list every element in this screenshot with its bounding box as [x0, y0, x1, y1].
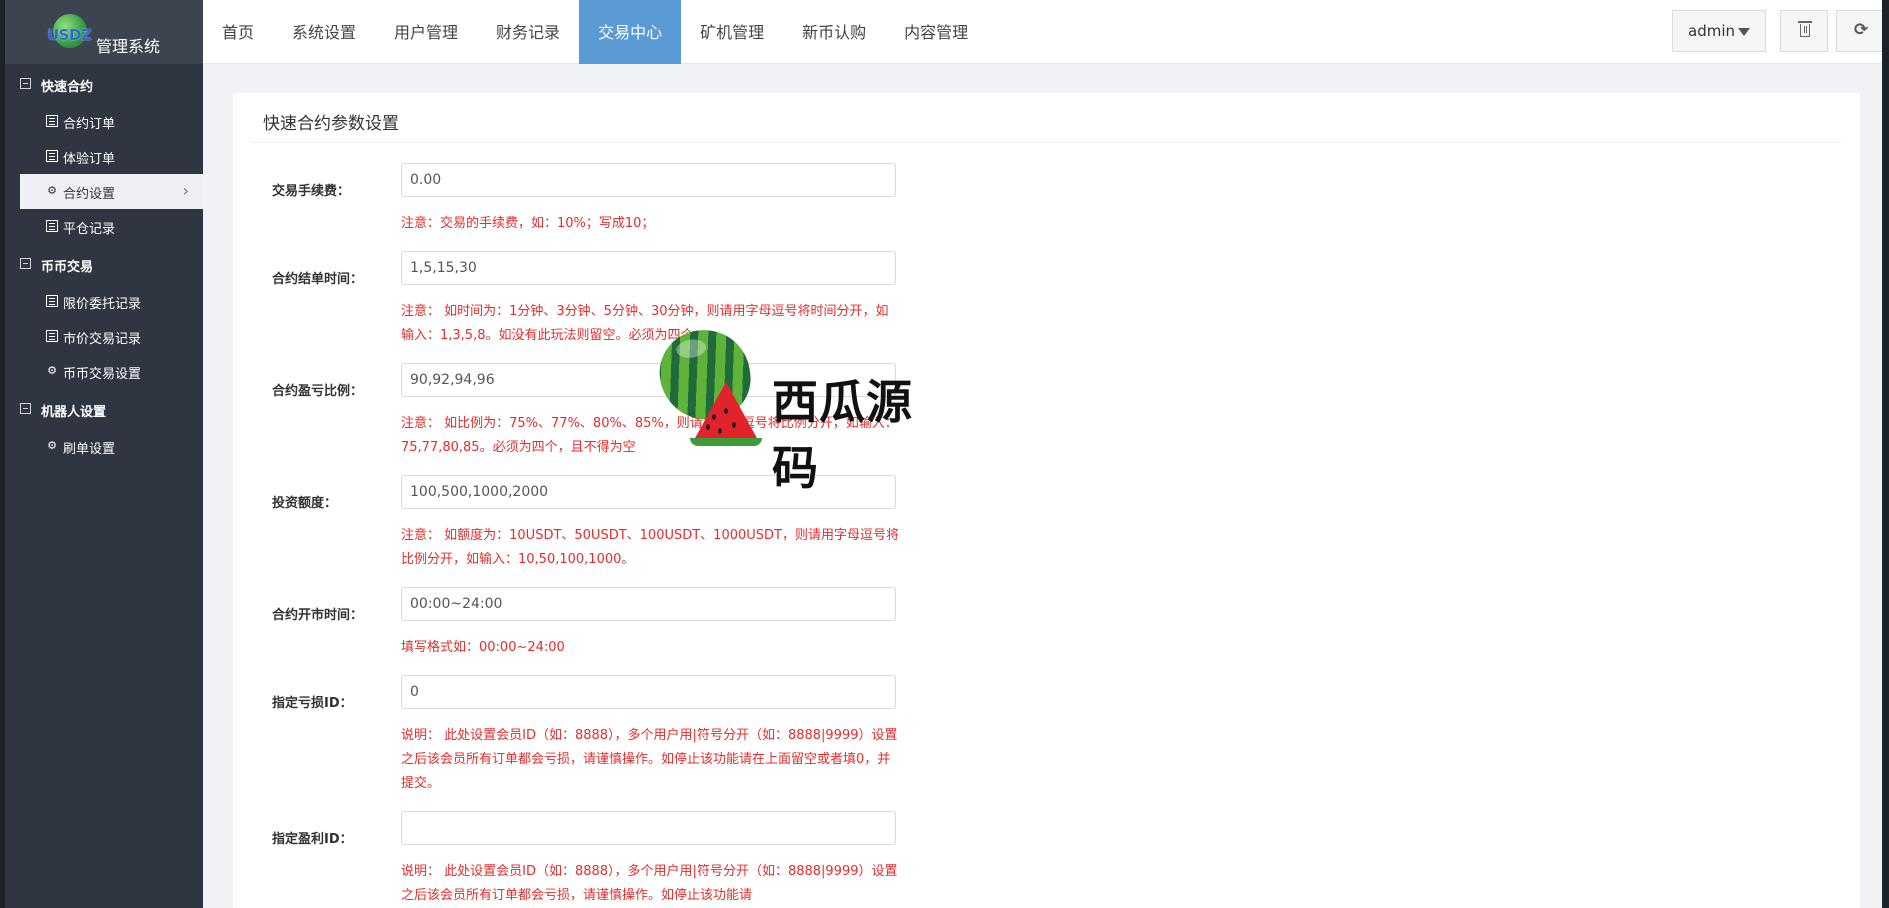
profit-id-note: 说明： 此处设置会员ID（如：8888），多个用户用|符号分开（如：8888|9… [401, 864, 898, 903]
profit-ratio-label: 合约盈亏比例： [272, 384, 364, 399]
tab-home[interactable]: 首页 [203, 0, 273, 64]
settle-time-input[interactable]: 1,5,15,30 [401, 251, 896, 285]
sidebar-group-coin-trading[interactable]: 币币交易 [5, 244, 203, 284]
settle-time-label: 合约结单时间： [272, 272, 364, 287]
open-time-label: 合约开市时间： [272, 608, 364, 623]
open-time-note: 填写格式如：00:00~24:00 [401, 640, 565, 655]
profit-id-input[interactable] [401, 811, 896, 845]
top-bar: 首页 系统设置 用户管理 财务记录 交易中心 矿机管理 新币认购 内容管理 ad… [203, 0, 1884, 64]
right-edge [1882, 0, 1889, 908]
sidebar-group-robot[interactable]: 机器人设置 [5, 389, 203, 429]
watermark-text: 西瓜源码 [772, 375, 913, 495]
chevron-right-icon: › [182, 181, 189, 200]
list-icon [46, 295, 58, 307]
admin-label: admin [1688, 22, 1735, 40]
sidebar-group-quick-contract[interactable]: 快速合约 [5, 64, 203, 104]
tab-finance-records[interactable]: 财务记录 [477, 0, 579, 64]
loss-id-label: 指定亏损ID： [272, 696, 353, 711]
sidebar-item-coin-settings[interactable]: ⚙ 币币交易设置 [5, 354, 203, 389]
tab-trading-center[interactable]: 交易中心 [579, 0, 682, 64]
loss-id-input[interactable]: 0 [401, 675, 896, 709]
tab-miner-management[interactable]: 矿机管理 [681, 0, 783, 64]
sidebar-item-contract-orders[interactable]: 合约订单 [5, 104, 203, 139]
investment-label: 投资额度： [272, 496, 338, 511]
sidebar-item-contract-settings[interactable]: ⚙ 合约设置 › [20, 174, 203, 209]
watermelon-slice-icon [694, 382, 758, 440]
tab-content-management[interactable]: 内容管理 [885, 0, 987, 64]
title-divider [251, 142, 1841, 143]
logout-button[interactable]: ⟳ [1836, 10, 1884, 52]
open-time-input[interactable]: 00:00~24:00 [401, 587, 896, 621]
tab-new-coin-subscription[interactable]: 新币认购 [783, 0, 885, 64]
collapse-icon [20, 403, 31, 414]
tab-system-settings[interactable]: 系统设置 [273, 0, 375, 64]
list-icon [46, 220, 58, 232]
collapse-icon [20, 78, 31, 89]
loss-id-note: 说明： 此处设置会员ID（如：8888），多个用户用|符号分开（如：8888|9… [401, 728, 898, 791]
fee-label: 交易手续费： [272, 184, 351, 199]
top-menu: 首页 系统设置 用户管理 财务记录 交易中心 矿机管理 新币认购 内容管理 [203, 0, 987, 64]
trash-icon [1798, 21, 1812, 37]
gear-icon: ⚙ [47, 364, 57, 377]
settings-panel: 快速合约参数设置 交易手续费： 0.00 注意：交易的手续费，如：10%；写成1… [233, 93, 1860, 908]
gear-icon: ⚙ [47, 184, 57, 197]
collapse-icon [20, 258, 31, 269]
sidebar-item-brush-settings[interactable]: ⚙ 刷单设置 [5, 429, 203, 464]
fee-input[interactable]: 0.00 [401, 163, 896, 197]
logo-text: 管理系统 [96, 37, 161, 56]
globe-logo-icon: USDZ [45, 12, 92, 58]
logo[interactable]: USDZ 管理系统 [5, 0, 203, 64]
page-title: 快速合约参数设置 [263, 114, 399, 134]
caret-down-icon [1738, 28, 1750, 36]
sidebar-item-limit-orders[interactable]: 限价委托记录 [5, 284, 203, 319]
sidebar: USDZ 管理系统 快速合约 合约订单 体验订单 ⚙ 合约设置 › 平仓记录 币… [5, 0, 203, 908]
list-icon [46, 330, 58, 342]
clear-cache-button[interactable] [1780, 10, 1828, 52]
sidebar-item-trial-orders[interactable]: 体验订单 [5, 139, 203, 174]
list-icon [46, 115, 58, 127]
admin-dropdown-button[interactable]: admin [1672, 10, 1766, 52]
profit-id-label: 指定盈利ID： [272, 832, 353, 847]
gear-icon: ⚙ [47, 439, 57, 452]
investment-note: 注意： 如额度为：10USDT、50USDT、100USDT、1000USDT，… [401, 528, 899, 567]
tab-user-management[interactable]: 用户管理 [375, 0, 477, 64]
fee-note: 注意：交易的手续费，如：10%；写成10； [401, 216, 655, 231]
watermark: 西瓜源码 [652, 324, 952, 495]
sidebar-item-market-trades[interactable]: 市价交易记录 [5, 319, 203, 354]
logout-icon: ⟳ [1854, 20, 1869, 40]
sidebar-item-close-records[interactable]: 平仓记录 [5, 209, 203, 244]
list-icon [46, 150, 58, 162]
